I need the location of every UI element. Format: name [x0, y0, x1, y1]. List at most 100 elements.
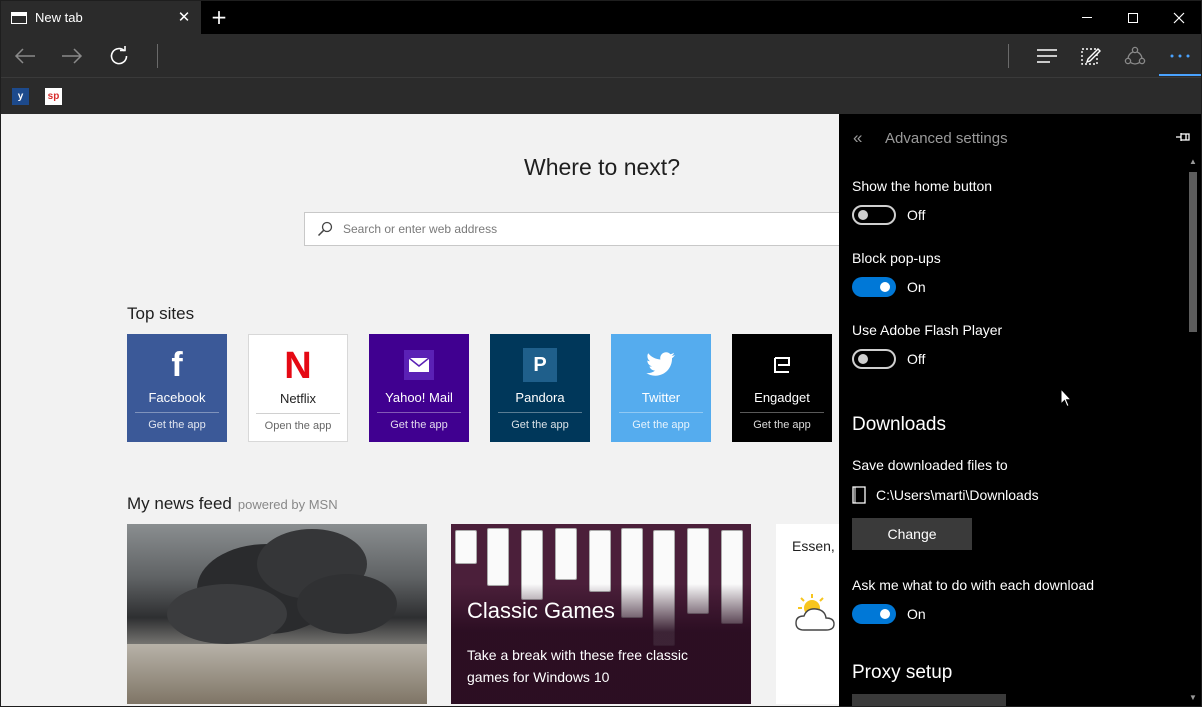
news-card-1[interactable] [127, 524, 427, 704]
top-site-name: Twitter [641, 390, 681, 405]
nav-divider [157, 44, 158, 68]
toggle-knob [880, 609, 890, 619]
news-feed-title: My news feed powered by MSN [127, 494, 338, 514]
back-arrow-icon [14, 48, 35, 64]
top-site-pandora[interactable]: P Pandora Get the app [490, 334, 590, 442]
show-home-label: Show the home button [852, 178, 993, 194]
top-sites-title: Top sites [127, 304, 195, 323]
forward-arrow-icon [62, 48, 83, 64]
search-box[interactable]: Search or enter web address [304, 212, 839, 246]
top-site-name: Pandora [515, 390, 565, 405]
tab-close-icon[interactable]: ✕ [175, 8, 193, 26]
toggle-knob [858, 210, 868, 220]
pin-icon[interactable] [1175, 130, 1191, 148]
top-site-action: Get the app [148, 419, 206, 431]
top-site-twitter[interactable]: Twitter Get the app [611, 334, 711, 442]
more-icon [1170, 54, 1190, 58]
page-icon [11, 11, 27, 24]
block-popups-label: Block pop-ups [852, 250, 941, 266]
search-icon [317, 221, 333, 237]
proxy-settings-button[interactable] [852, 694, 1006, 706]
top-site-engadget[interactable]: Engadget Get the app [732, 334, 832, 442]
change-button[interactable]: Change [852, 518, 972, 550]
advanced-settings-panel: « Advanced settings ▲ ▼ Show the home bu… [839, 114, 1201, 706]
ask-download-toggle[interactable] [852, 604, 896, 624]
news-card-2[interactable]: Classic Games Take a break with these fr… [451, 524, 751, 704]
proxy-heading: Proxy setup [852, 662, 953, 683]
top-site-facebook[interactable]: f Facebook Get the app [127, 334, 227, 442]
back-button[interactable] [9, 40, 41, 72]
web-note-button[interactable] [1075, 40, 1107, 72]
close-window-button[interactable] [1156, 1, 1201, 34]
more-button[interactable] [1163, 40, 1197, 72]
new-tab-page: Where to next? Search or enter web addre… [1, 114, 839, 706]
news-powered-by: powered by MSN [237, 497, 338, 512]
mouse-cursor-icon [1060, 387, 1073, 413]
folder-icon [852, 486, 866, 504]
ask-download-label: Ask me what to do with each download [852, 577, 1095, 593]
flash-label: Use Adobe Flash Player [852, 322, 1003, 338]
scrollbar-thumb[interactable] [1189, 172, 1197, 332]
pandora-logo-icon: P [523, 348, 557, 382]
panel-title: Advanced settings [885, 129, 1008, 147]
show-home-state: Off [907, 207, 926, 223]
nav-divider [1008, 44, 1009, 68]
tile-divider [256, 413, 340, 414]
tile-divider [498, 412, 582, 413]
minimize-icon [1082, 17, 1092, 18]
scroll-down-icon[interactable]: ▼ [1189, 694, 1197, 702]
search-input[interactable]: Search or enter web address [343, 222, 497, 236]
top-site-action: Get the app [511, 419, 569, 431]
maximize-button[interactable] [1110, 1, 1156, 34]
top-site-name: Facebook [148, 390, 206, 405]
page-heading: Where to next? [524, 154, 680, 180]
top-site-action: Get the app [632, 419, 690, 431]
top-site-yahoo-mail[interactable]: Yahoo! Mail Get the app [369, 334, 469, 442]
block-popups-toggle[interactable] [852, 277, 896, 297]
news-card-text: Take a break with these free classic gam… [467, 647, 688, 685]
hub-icon [1037, 49, 1057, 63]
save-files-label: Save downloaded files to [852, 457, 1008, 473]
news-image-smoke [127, 524, 427, 704]
facebook-logo-icon: f [171, 345, 183, 384]
favorite-item-1[interactable]: y [12, 88, 29, 105]
refresh-button[interactable] [103, 40, 135, 72]
new-tab-button[interactable]: + [208, 6, 230, 28]
top-site-name: Yahoo! Mail [385, 390, 453, 405]
tile-divider [619, 412, 703, 413]
forward-button[interactable] [56, 40, 88, 72]
refresh-icon [110, 46, 128, 65]
browser-window: New tab ✕ + y sp Where to next? Search o… [0, 0, 1202, 707]
downloads-heading: Downloads [852, 414, 946, 435]
close-icon [1173, 12, 1185, 23]
weather-sun-cloud-icon [792, 594, 839, 638]
web-note-icon [1081, 48, 1101, 65]
news-card-weather[interactable]: Essen, G [776, 524, 839, 704]
maximize-icon [1128, 12, 1138, 23]
flash-state: Off [907, 351, 926, 367]
download-path-row: C:\Users\marti\Downloads [852, 486, 1039, 504]
toggle-knob [858, 354, 868, 364]
download-path: C:\Users\marti\Downloads [876, 487, 1039, 503]
hub-button[interactable] [1031, 40, 1063, 72]
navigation-bar [1, 34, 1201, 77]
favorite-item-2[interactable]: sp [45, 88, 62, 105]
back-chevron-icon[interactable]: « [853, 128, 871, 148]
top-sites-grid: f Facebook Get the app N Netflix Open th… [127, 334, 839, 442]
title-bar: New tab ✕ + [1, 1, 1201, 34]
flash-toggle[interactable] [852, 349, 896, 369]
toggle-knob [880, 282, 890, 292]
top-site-action: Get the app [390, 419, 448, 431]
twitter-bird-icon [644, 348, 678, 382]
netflix-logo-icon: N [284, 344, 312, 387]
tile-divider [740, 412, 824, 413]
mail-envelope-icon [402, 348, 436, 382]
tab-new-tab[interactable]: New tab ✕ [1, 1, 201, 34]
show-home-toggle[interactable] [852, 205, 896, 225]
share-button[interactable] [1119, 40, 1151, 72]
scroll-up-icon[interactable]: ▲ [1189, 158, 1197, 166]
panel-scrollbar[interactable]: ▲ ▼ [1187, 158, 1199, 704]
minimize-button[interactable] [1064, 1, 1110, 34]
top-site-action: Get the app [753, 419, 811, 431]
top-site-netflix[interactable]: N Netflix Open the app [248, 334, 348, 442]
